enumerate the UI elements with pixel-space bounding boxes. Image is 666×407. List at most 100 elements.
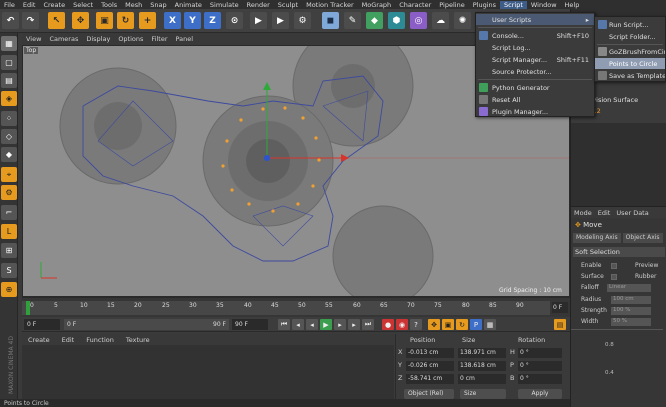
size-x-field[interactable]: 138.971 cm — [458, 348, 506, 358]
menu-script[interactable]: Script — [500, 0, 527, 9]
point[interactable] — [317, 158, 321, 162]
coordinate-system-icon[interactable]: ⊙ — [226, 12, 243, 29]
viewport-menu-filter[interactable]: Filter — [147, 35, 171, 43]
apply-button[interactable]: Apply — [518, 389, 562, 399]
tweak-mode-icon[interactable]: ⚙ — [1, 185, 17, 200]
falloff-dropdown[interactable]: Linear — [607, 284, 651, 292]
submenu-item-points-to-circle[interactable]: Points to Circle — [595, 58, 665, 69]
menu-window[interactable]: Window — [527, 1, 561, 9]
axis-y-button[interactable]: Y — [184, 12, 201, 29]
tab-modeling-axis[interactable]: Modeling Axis — [573, 233, 621, 243]
enable-axis-icon[interactable]: L — [1, 224, 17, 239]
go-to-start-icon[interactable]: ⏮ — [278, 319, 290, 330]
record-icon[interactable]: ● — [382, 319, 394, 330]
point[interactable] — [314, 136, 318, 140]
menu-item-console[interactable]: Console... Shift+F10 — [476, 30, 594, 41]
attr-menu-edit[interactable]: Edit — [595, 209, 614, 217]
submenu-item-run-script[interactable]: Run Script... — [595, 19, 665, 30]
axis-x-arrow[interactable] — [341, 154, 349, 162]
menu-simulate[interactable]: Simulate — [206, 1, 243, 9]
menu-item-source-protector[interactable]: Source Protector... — [476, 66, 594, 77]
submenu-item-save-as-template[interactable]: Save as Template — [595, 70, 665, 81]
move-tool-icon[interactable]: ✥ — [72, 12, 89, 29]
deformer-icon[interactable]: ◎ — [410, 12, 427, 29]
menu-file[interactable]: File — [0, 1, 19, 9]
falloff-graph[interactable]: 0.8 0.4 — [571, 329, 663, 407]
tab-object-axis[interactable]: Object Axis — [622, 233, 663, 243]
point[interactable] — [311, 184, 315, 188]
menu-edit[interactable]: Edit — [19, 1, 40, 9]
points-mode-icon[interactable]: ⁘ — [1, 111, 17, 126]
menu-item-plugin-manager[interactable]: Plugin Manager... — [476, 106, 594, 117]
enable-checkbox[interactable] — [611, 263, 617, 269]
texture-mode-icon[interactable]: ▤ — [1, 73, 17, 88]
menu-render[interactable]: Render — [243, 1, 274, 9]
material-menu-edit[interactable]: Edit — [56, 336, 81, 344]
prev-frame-icon[interactable]: ◂ — [306, 319, 318, 330]
add-tool-icon[interactable]: + — [139, 12, 156, 29]
next-key-icon[interactable]: ▸ — [348, 319, 360, 330]
key-param-icon[interactable]: P — [470, 319, 482, 330]
axis-x-button[interactable]: X — [164, 12, 181, 29]
strength-field[interactable]: 100 % — [611, 307, 651, 315]
render-picture-icon[interactable]: ▶ — [272, 12, 289, 29]
attr-menu-mode[interactable]: Mode — [571, 209, 595, 217]
submenu-item-script-folder[interactable]: Script Folder... — [595, 31, 665, 42]
key-rotation-icon[interactable]: ↻ — [456, 319, 468, 330]
end-frame-field[interactable]: 90 F — [232, 319, 268, 330]
polygons-mode-icon[interactable]: ◆ — [1, 147, 17, 162]
viewport-menu-display[interactable]: Display — [82, 35, 114, 43]
attr-menu-user-data[interactable]: User Data — [613, 209, 651, 217]
point[interactable] — [247, 202, 251, 206]
start-frame-field[interactable]: 0 F — [24, 319, 60, 330]
point[interactable] — [283, 106, 287, 110]
key-scale-icon[interactable]: ▣ — [442, 319, 454, 330]
submenu-item-gozbrush[interactable]: GoZBrushFromCinema — [595, 46, 665, 57]
point[interactable] — [230, 188, 234, 192]
position-y-field[interactable]: -0.026 cm — [406, 361, 454, 371]
viewport-label[interactable]: Top — [24, 47, 39, 54]
autokey-icon[interactable]: ◉ — [396, 319, 408, 330]
workplane-lock-icon[interactable]: ⊞ — [1, 243, 17, 258]
locked-workplane-icon[interactable]: ⊕ — [1, 282, 17, 297]
workplane-icon[interactable]: ◈ — [1, 91, 17, 106]
menu-motion-tracker[interactable]: Motion Tracker — [302, 1, 358, 9]
menu-plugins[interactable]: Plugins — [469, 1, 500, 9]
array-icon[interactable]: ⬢ — [388, 12, 405, 29]
render-settings-icon[interactable]: ⚙ — [294, 12, 311, 29]
light-icon[interactable]: ✺ — [454, 12, 471, 29]
viewport-menu-options[interactable]: Options — [114, 35, 147, 43]
menu-create[interactable]: Create — [39, 1, 69, 9]
point[interactable] — [301, 116, 305, 120]
menu-animate[interactable]: Animate — [171, 1, 206, 9]
point[interactable] — [261, 107, 265, 111]
viewport-menu-view[interactable]: View — [22, 35, 45, 43]
soft-selection-section[interactable]: Soft Selection — [573, 247, 665, 257]
surface-checkbox[interactable] — [611, 274, 617, 280]
menu-item-script-manager[interactable]: Script Manager... Shift+F11 — [476, 54, 594, 65]
point[interactable] — [271, 209, 275, 213]
live-selection-icon[interactable]: ↖ — [48, 12, 65, 29]
menu-item-reset-all[interactable]: Reset All — [476, 94, 594, 105]
model-mode-icon[interactable]: ▢ — [1, 55, 17, 70]
snap-icon[interactable]: ⌐ — [1, 205, 17, 220]
coordinate-mode-dropdown[interactable]: Object (Rel) — [404, 389, 454, 399]
current-frame-field[interactable]: 0 F — [552, 302, 568, 313]
cube-icon[interactable]: ◼ — [322, 12, 339, 29]
menu-help[interactable]: Help — [561, 1, 584, 9]
edges-mode-icon[interactable]: ◇ — [1, 129, 17, 144]
menu-item-script-log[interactable]: Script Log... — [476, 42, 594, 53]
prev-key-icon[interactable]: ◂ — [292, 319, 304, 330]
key-position-icon[interactable]: ✥ — [428, 319, 440, 330]
subdivision-icon[interactable]: ◆ — [366, 12, 383, 29]
preview-range-slider[interactable]: 0 F 90 F — [64, 319, 229, 330]
keyframe-selection-icon[interactable]: ? — [410, 319, 422, 330]
pen-spline-icon[interactable]: ✎ — [344, 12, 361, 29]
point[interactable] — [239, 118, 243, 122]
go-to-end-icon[interactable]: ⏭ — [362, 319, 374, 330]
width-field[interactable]: 50 % — [611, 318, 651, 326]
menu-mesh[interactable]: Mesh — [121, 1, 146, 9]
material-menu-function[interactable]: Function — [80, 336, 120, 344]
next-frame-icon[interactable]: ▸ — [334, 319, 346, 330]
menu-item-user-scripts[interactable]: User Scripts ▸ — [476, 14, 594, 25]
